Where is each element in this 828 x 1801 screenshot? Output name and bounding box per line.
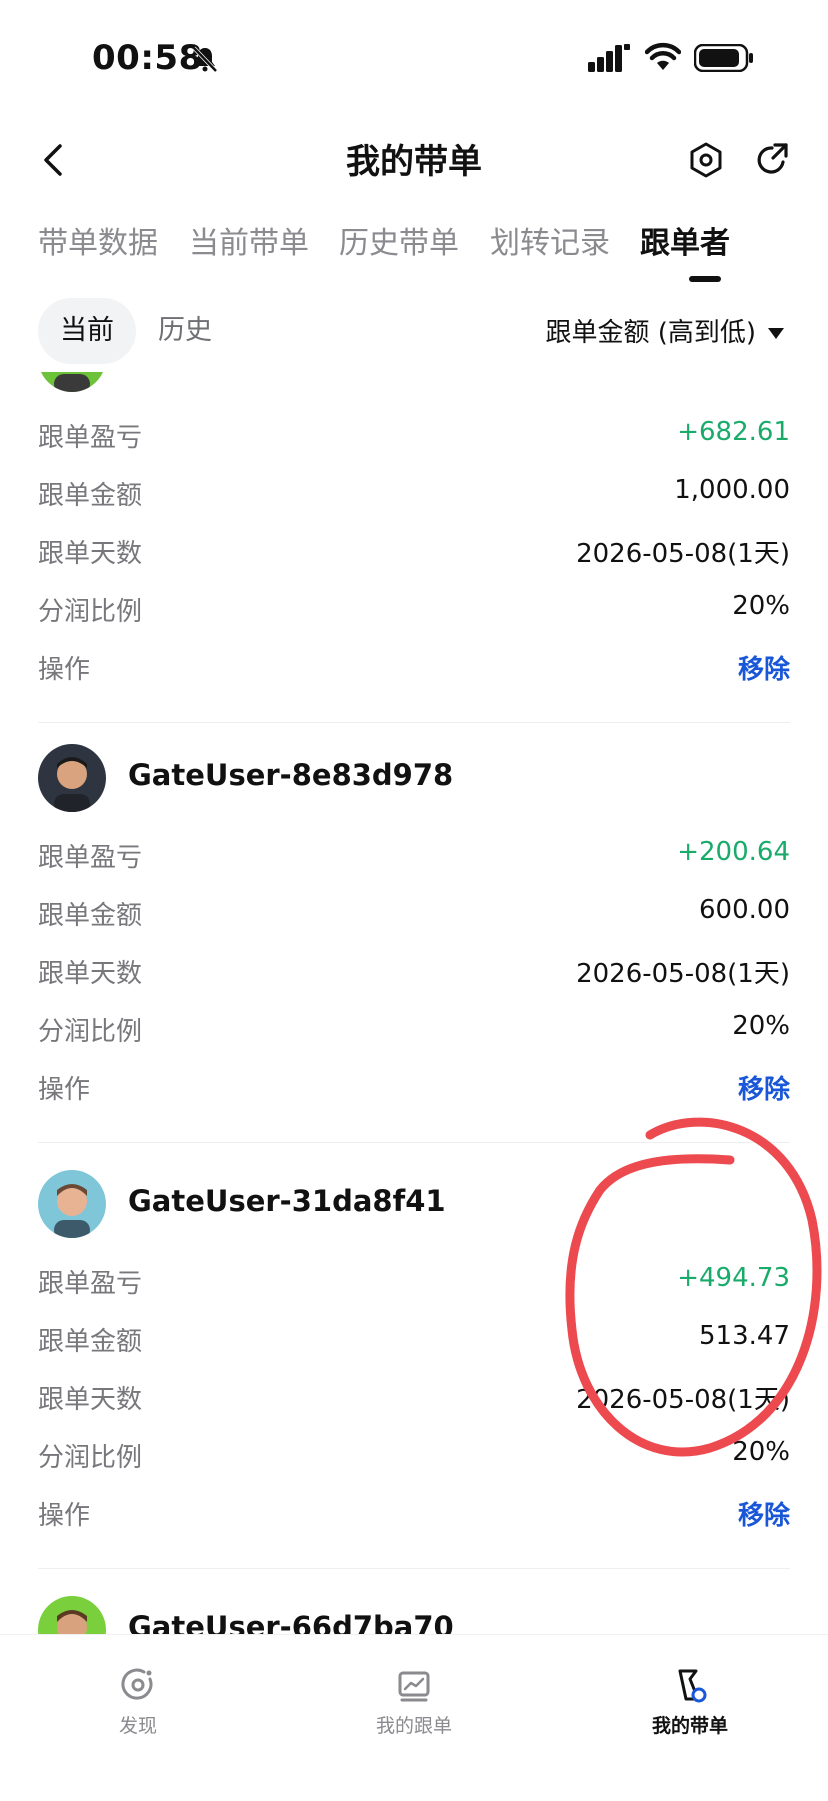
remove-button[interactable]: 移除 <box>738 649 790 686</box>
caret-down-icon <box>768 328 784 339</box>
main-tabs: 带单数据 当前带单 历史带单 划转记录 跟单者 <box>0 218 828 288</box>
detail-row-pnl: 跟单盈亏 +200.64 <box>38 837 790 877</box>
detail-row-amount: 跟单金额 513.47 <box>38 1321 790 1361</box>
divider <box>38 1142 790 1143</box>
row-label: 跟单天数 <box>38 1385 143 1415</box>
avatar <box>38 372 106 392</box>
amount-value: 600.00 <box>699 895 790 925</box>
row-label: 跟单盈亏 <box>38 1269 143 1299</box>
divider <box>38 722 790 723</box>
status-bar: 00:58 <box>0 0 828 120</box>
nav-label: 我的跟单 <box>375 1715 452 1737</box>
detail-row-amount: 跟单金额 600.00 <box>38 895 790 935</box>
active-tab-indicator <box>689 276 721 282</box>
status-time: 00:58 <box>92 38 203 78</box>
row-label: 跟单金额 <box>38 901 143 931</box>
battery-icon <box>694 44 753 72</box>
row-label: 跟单盈亏 <box>38 423 143 453</box>
detail-row-share-ratio: 分润比例 20% <box>38 591 790 631</box>
follower-username: GateUser-31da8f41 <box>128 1184 446 1218</box>
detail-row-action: 操作 移除 <box>38 649 790 689</box>
chart-icon <box>398 1671 430 1702</box>
tab-followers[interactable]: 跟单者 <box>640 218 730 262</box>
nav-my-copy[interactable]: 我的跟单 <box>344 1665 484 1738</box>
nav-label: 我的带单 <box>651 1715 728 1737</box>
row-label: 跟单金额 <box>38 481 143 511</box>
days-value: 2026-05-08(1天) <box>576 1385 790 1415</box>
tab-lead-data[interactable]: 带单数据 <box>38 218 158 262</box>
nav-label: 发现 <box>118 1715 157 1737</box>
amount-value: 1,000.00 <box>674 475 790 505</box>
tab-transfer-records[interactable]: 划转记录 <box>490 218 610 262</box>
amount-value: 513.47 <box>699 1321 790 1351</box>
row-label: 分润比例 <box>38 597 143 627</box>
follower-list: 跟单盈亏 +682.61 跟单金额 1,000.00 跟单天数 2026-05-… <box>0 372 828 1634</box>
share-ratio-value: 20% <box>732 1437 790 1467</box>
wifi-icon <box>645 42 681 70</box>
bottom-nav: 发现 我的跟单 我的带单 <box>0 1634 828 1801</box>
remove-button[interactable]: 移除 <box>738 1495 790 1532</box>
pnl-value: +200.64 <box>677 837 790 867</box>
tab-history-lead[interactable]: 历史带单 <box>339 218 459 262</box>
settings-icon[interactable] <box>686 140 726 180</box>
subtab-current[interactable]: 当前 <box>38 298 136 364</box>
avatar <box>38 744 106 812</box>
discover-icon <box>121 1668 153 1700</box>
row-label: 分润比例 <box>38 1443 143 1473</box>
bell-muted-icon <box>192 46 218 73</box>
row-label: 分润比例 <box>38 1017 143 1047</box>
detail-row-days: 跟单天数 2026-05-08(1天) <box>38 1379 790 1419</box>
detail-row-share-ratio: 分润比例 20% <box>38 1011 790 1051</box>
cellular-signal-icon <box>588 44 630 72</box>
pnl-value: +494.73 <box>677 1263 790 1293</box>
row-label: 跟单盈亏 <box>38 843 143 873</box>
avatar <box>38 1170 106 1238</box>
nav-discover[interactable]: 发现 <box>68 1665 208 1738</box>
detail-row-share-ratio: 分润比例 20% <box>38 1437 790 1477</box>
row-label: 操作 <box>38 1501 91 1531</box>
detail-row-pnl: 跟单盈亏 +494.73 <box>38 1263 790 1303</box>
detail-row-action: 操作 移除 <box>38 1069 790 1109</box>
row-label: 跟单天数 <box>38 539 143 569</box>
divider <box>38 1568 790 1569</box>
tab-current-lead[interactable]: 当前带单 <box>189 218 309 262</box>
row-label: 跟单金额 <box>38 1327 143 1357</box>
share-ratio-value: 20% <box>732 1011 790 1041</box>
days-value: 2026-05-08(1天) <box>576 959 790 989</box>
share-icon[interactable] <box>752 140 792 180</box>
nav-header: 我的带单 <box>0 120 828 200</box>
share-ratio-value: 20% <box>732 591 790 621</box>
avatar <box>38 1596 106 1634</box>
sort-dropdown[interactable]: 跟单金额 (高到低) <box>545 312 784 349</box>
subtab-history[interactable]: 历史 <box>136 298 234 364</box>
detail-row-action: 操作 移除 <box>38 1495 790 1535</box>
row-label: 操作 <box>38 655 91 685</box>
remove-button[interactable]: 移除 <box>738 1069 790 1106</box>
row-label: 跟单天数 <box>38 959 143 989</box>
days-value: 2026-05-08(1天) <box>576 539 790 569</box>
detail-row-pnl: 跟单盈亏 +682.61 <box>38 417 790 457</box>
row-label: 操作 <box>38 1075 91 1105</box>
filter-row: 当前 历史 跟单金额 (高到低) <box>0 298 828 368</box>
pnl-value: +682.61 <box>677 417 790 447</box>
detail-row-days: 跟单天数 2026-05-08(1天) <box>38 533 790 573</box>
follower-username: GateUser-66d7ba70 <box>128 1610 454 1634</box>
nav-my-lead[interactable]: 我的带单 <box>620 1665 760 1738</box>
detail-row-amount: 跟单金额 1,000.00 <box>38 475 790 515</box>
flag-icon <box>678 1669 707 1703</box>
detail-row-days: 跟单天数 2026-05-08(1天) <box>38 953 790 993</box>
sort-label: 跟单金额 (高到低) <box>545 318 756 348</box>
follower-username: GateUser-8e83d978 <box>128 758 454 792</box>
